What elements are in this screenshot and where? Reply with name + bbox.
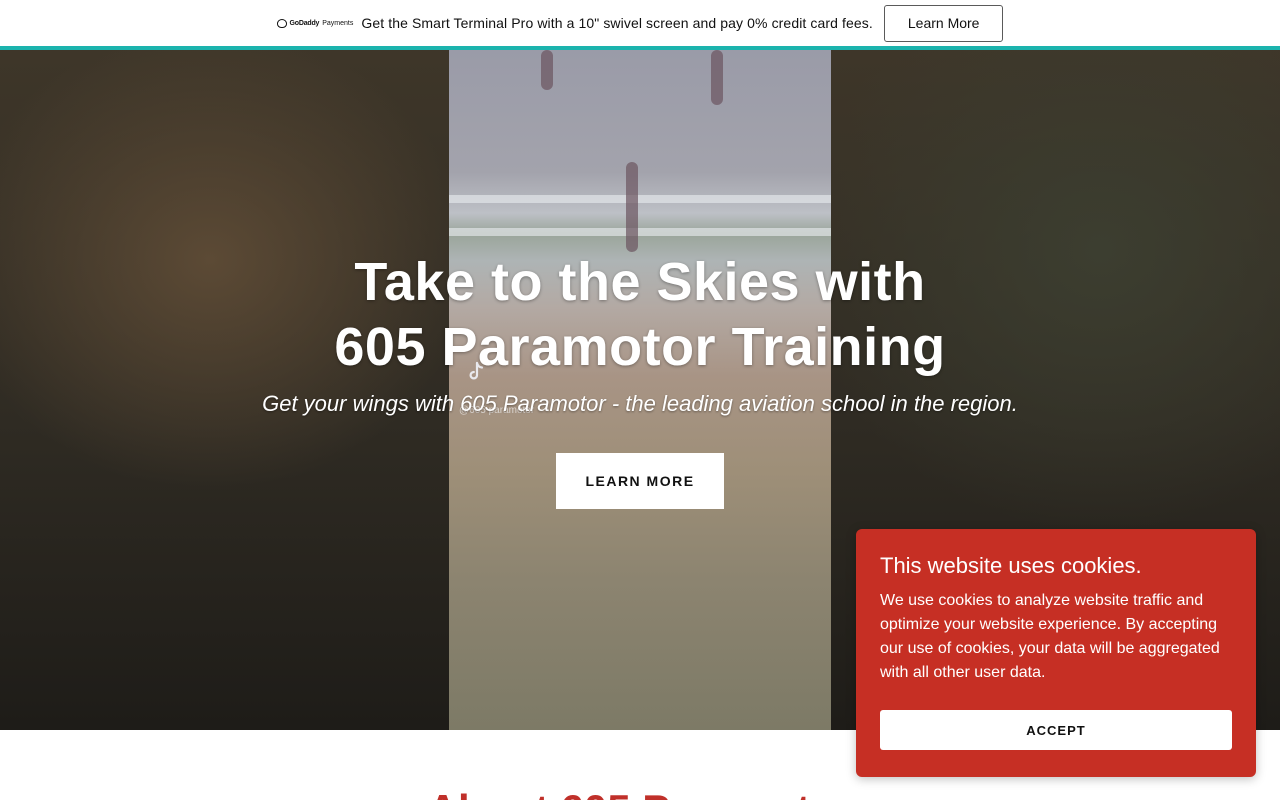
about-heading: About 605 Paramotor: [0, 786, 1280, 800]
logo-brand: GoDaddy: [289, 19, 320, 27]
hero-title: Take to the Skies with 605 Paramotor Tra…: [0, 250, 1280, 380]
cookie-title: This website uses cookies.: [880, 553, 1142, 578]
godaddy-payments-logo: GoDaddy Payments: [276, 18, 354, 28]
video-blur: [449, 195, 831, 203]
video-blur: [449, 228, 831, 236]
hero-learn-more-button[interactable]: LEARN MORE: [556, 453, 724, 509]
video-blur: [626, 162, 638, 252]
godaddy-logo-icon: [276, 18, 287, 28]
video-blur: [711, 50, 723, 105]
logo-sub: Payments: [322, 19, 354, 27]
video-blur: [541, 50, 553, 90]
hero-title-line-1: Take to the Skies with: [354, 252, 926, 312]
promo-banner: GoDaddy Payments Get the Smart Terminal …: [0, 0, 1280, 46]
cookie-banner: This website uses cookies. We use cookie…: [856, 529, 1256, 777]
promo-learn-more-button[interactable]: Learn More: [883, 4, 1004, 42]
hero-title-line-2: 605 Paramotor Training: [334, 317, 946, 377]
promo-text: Get the Smart Terminal Pro with a 10" sw…: [361, 15, 873, 31]
hero-subtitle: Get your wings with 605 Paramotor - the …: [262, 391, 1018, 416]
cookie-accept-button[interactable]: ACCEPT: [880, 710, 1232, 750]
cookie-body: We use cookies to analyze website traffi…: [880, 592, 1220, 681]
hero-content: Take to the Skies with 605 Paramotor Tra…: [0, 250, 1280, 509]
